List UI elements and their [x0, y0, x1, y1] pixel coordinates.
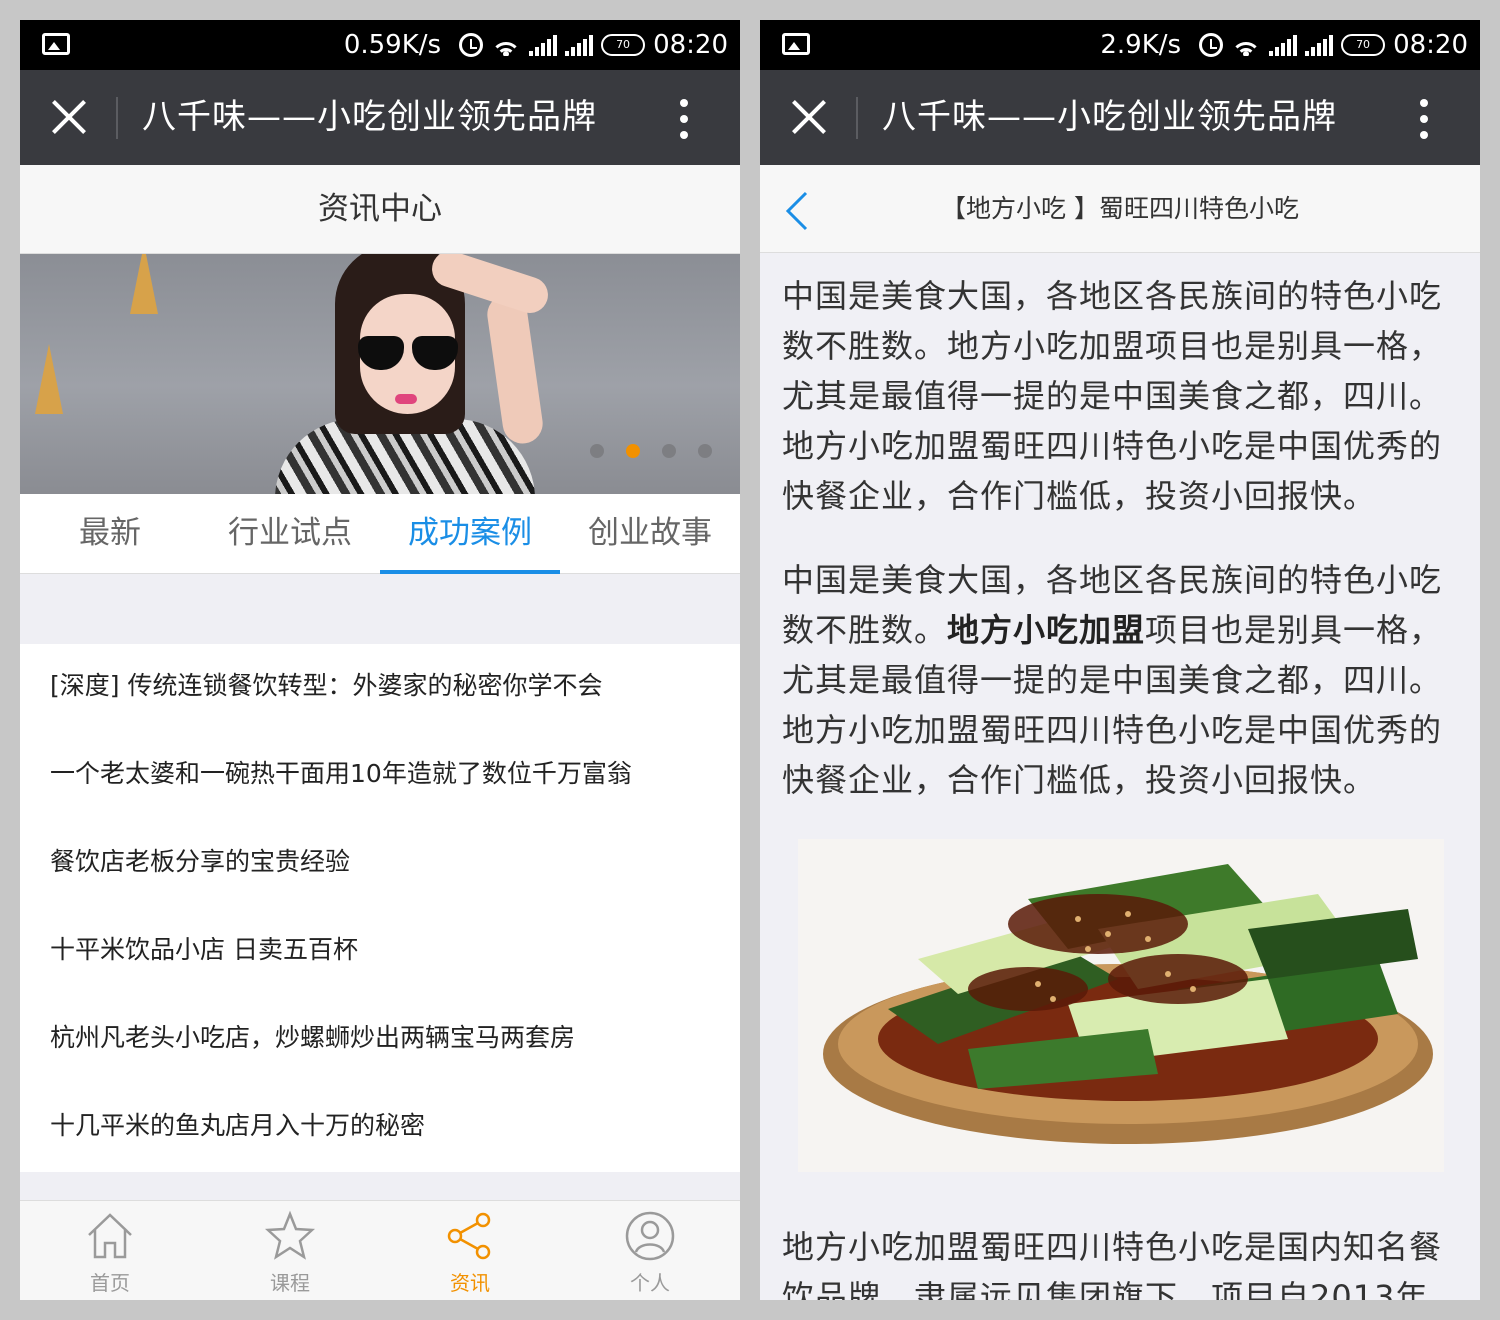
article-body: 中国是美食大国，各地区各民族间的特色小吃数不胜数。地方小吃加盟项目也是别具一格，…	[760, 253, 1480, 1300]
status-bar: 0.59K/s 70 08:20	[20, 20, 740, 70]
page-title: 八千味——小吃创业领先品牌	[882, 97, 1337, 137]
list-item[interactable]: 一个老太婆和一碗热干面用10年造就了数位千万富翁	[20, 732, 740, 820]
status-bar: 2.9K/s 70 08:20	[760, 20, 1480, 70]
carousel-dots[interactable]	[590, 444, 712, 458]
tab-latest[interactable]: 最新	[20, 494, 200, 573]
article-header: 【地方小吃 】蜀旺四川特色小吃	[760, 165, 1480, 253]
phone-screen-article: 2.9K/s 70 08:20 八千味——小吃创业领先品牌 【地方小吃 】蜀旺四…	[760, 20, 1480, 1300]
wifi-icon	[491, 34, 522, 56]
article-paragraph: 中国是美食大国，各地区各民族间的特色小吃数不胜数。地方小吃加盟项目也是别具一格，…	[782, 277, 1443, 515]
signal-icon	[1269, 34, 1298, 56]
tab-success-cases[interactable]: 成功案例	[380, 494, 560, 574]
traffic-cone-decoration	[35, 344, 63, 414]
alarm-icon	[459, 33, 484, 57]
network-speed: 0.59K/s	[343, 30, 442, 60]
banner-carousel[interactable]	[20, 254, 740, 494]
article-paragraph: 中国是美食大国，各地区各民族间的特色小吃数不胜数。地方小吃加盟项目也是别具一格，…	[782, 555, 1460, 805]
signal-icon	[529, 34, 558, 56]
carousel-dot[interactable]	[698, 444, 712, 458]
spacer	[20, 574, 740, 644]
carousel-dot[interactable]	[590, 444, 604, 458]
tabbar-item-profile[interactable]: 个人	[560, 1201, 740, 1300]
news-list: [深度] 传统连锁餐饮转型：外婆家的秘密你学不会 一个老太婆和一碗热干面用10年…	[20, 644, 740, 1172]
article-paragraph: 地方小吃加盟蜀旺四川特色小吃是国内知名餐饮品牌，隶属远见集团旗下，项目自2013…	[782, 1228, 1443, 1300]
section-title: 资讯中心	[20, 165, 740, 254]
list-item[interactable]: 杭州凡老头小吃店，炒螺蛳炒出两辆宝马两套房	[20, 996, 740, 1084]
image-notification-icon	[782, 33, 810, 55]
bold-keyword-link[interactable]: 地方小吃加盟	[947, 611, 1145, 649]
user-icon	[625, 1211, 675, 1261]
list-item[interactable]: 十平米饮品小店 日卖五百杯	[20, 908, 740, 996]
category-tabs: 最新 行业试点 成功案例 创业故事	[20, 494, 740, 574]
clock: 08:20	[653, 30, 728, 60]
traffic-cone-decoration	[130, 254, 158, 314]
title-bar: 八千味——小吃创业领先品牌	[760, 70, 1480, 165]
article-title: 【地方小吃 】蜀旺四川特色小吃	[941, 194, 1299, 223]
article-image-cucumber-dish	[798, 839, 1444, 1172]
wifi-icon	[1231, 34, 1262, 56]
page-title: 八千味——小吃创业领先品牌	[142, 97, 597, 137]
star-icon	[264, 1210, 316, 1260]
more-options-icon[interactable]	[1420, 99, 1430, 139]
phone-screen-news-list: 0.59K/s 70 08:20 八千味——小吃创业领先品牌 资讯中心 最新 行…	[20, 20, 740, 1300]
tabbar-label: 首页	[90, 1271, 130, 1295]
signal-2-icon	[565, 34, 594, 56]
divider	[116, 97, 118, 139]
carousel-dot-active[interactable]	[626, 444, 640, 458]
image-notification-icon	[42, 33, 70, 55]
clock: 08:20	[1393, 30, 1468, 60]
back-arrow-icon[interactable]	[780, 191, 816, 231]
banner-photo-woman	[240, 254, 570, 494]
bottom-tab-bar: 首页 课程 资讯 个人	[20, 1200, 740, 1300]
list-item[interactable]: [深度] 传统连锁餐饮转型：外婆家的秘密你学不会	[20, 644, 740, 732]
carousel-dot[interactable]	[662, 444, 676, 458]
more-options-icon[interactable]	[680, 99, 690, 139]
list-item[interactable]: 餐饮店老板分享的宝贵经验	[20, 820, 740, 908]
alarm-icon	[1199, 33, 1224, 57]
home-icon	[88, 1213, 132, 1259]
network-speed: 2.9K/s	[1100, 30, 1182, 60]
close-icon[interactable]	[790, 98, 828, 136]
tab-industry-pilot[interactable]: 行业试点	[200, 494, 380, 573]
tabbar-label: 个人	[630, 1271, 670, 1295]
divider	[856, 97, 858, 139]
battery-icon: 70	[601, 34, 646, 56]
list-item[interactable]: 十几平米的鱼丸店月入十万的秘密	[20, 1084, 740, 1172]
close-icon[interactable]	[50, 98, 88, 136]
tabbar-item-news[interactable]: 资讯	[380, 1201, 560, 1300]
tabbar-label: 资讯	[450, 1271, 490, 1295]
tab-startup-stories[interactable]: 创业故事	[560, 494, 740, 573]
battery-icon: 70	[1341, 34, 1386, 56]
tabbar-item-courses[interactable]: 课程	[200, 1201, 380, 1300]
tabbar-item-home[interactable]: 首页	[20, 1201, 200, 1300]
tabbar-label: 课程	[270, 1271, 310, 1295]
share-icon	[447, 1212, 491, 1260]
signal-2-icon	[1305, 34, 1334, 56]
title-bar: 八千味——小吃创业领先品牌	[20, 70, 740, 165]
